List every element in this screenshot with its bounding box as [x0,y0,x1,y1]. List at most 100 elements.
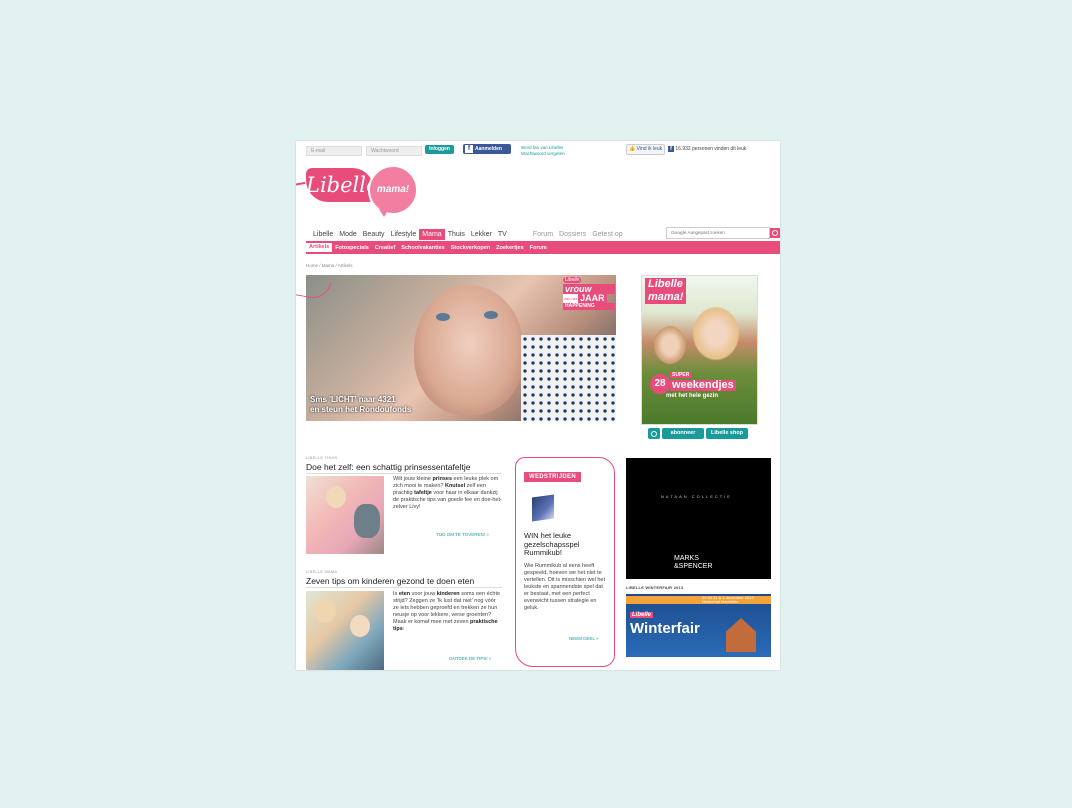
password-field[interactable]: Wachtwoord [366,146,422,156]
nav-item-forum[interactable]: Forum [530,229,556,240]
hero-caption: Sms 'LICHT' naar 4321 en steun het Rondo… [310,395,411,415]
hero-caption-line1: Sms 'LICHT' naar 4321 [310,395,396,404]
libelle-shop-button[interactable]: Libelle shop [706,428,748,439]
forgot-password-link[interactable]: Wachtwoord vergeten [521,151,565,157]
hero-eye-left [436,313,450,321]
article2-text-b: eten [398,591,411,597]
subnav-item-forum[interactable]: Forum [527,245,550,251]
badge-line2: van het [563,294,579,303]
facebook-register-button[interactable]: f Aanmelden [463,144,511,154]
magazine-actions: abonneer Libelle shop [648,428,748,439]
article1-label: LIBELLE THUIS [306,455,338,460]
sub-nav: Artikels Fotospecials Creatief Schoolvak… [306,241,780,254]
main-nav: Libelle Mode Beauty Lifestyle Mama Thuis… [310,229,626,240]
nav-item-mama[interactable]: Mama [419,229,445,240]
contest-title[interactable]: WIN het leuke gezelschapsspel Rummikub! [524,531,610,558]
google-mark: Google [671,230,687,235]
article2-image[interactable] [306,591,384,670]
article1-text-a: Wilt jouw kleine [393,476,433,482]
article1-adult-figure [354,504,380,538]
login-button[interactable]: Inloggen [425,145,454,154]
fans-count: f 16.932 personen vinden dit leuk [668,146,746,152]
article1-image[interactable] [306,476,384,554]
article1-text-d: Knutsel [444,483,466,489]
ad-brand: MARKS &SPENCER [674,555,713,571]
vrouw-van-het-jaar-badge[interactable]: Libelle vrouw van het JAAR HAPPENING [563,277,615,327]
subnav-item-fotospecials[interactable]: Fotospecials [332,245,372,251]
magazine-headline-sub: met het hele gezin [666,393,719,399]
article1-text-b: prinses [432,476,453,482]
nav-spacer [510,229,530,240]
gingerbread-house-image [726,618,756,652]
nav-item-thuis[interactable]: Thuis [445,229,468,240]
contest-body: Wie Rummikub al eens heeft gespeeld, hoe… [524,563,606,611]
article1-divider [306,473,502,474]
magazine-child-face [654,326,686,364]
article1-title[interactable]: Doe het zelf: een schattig prinsessentaf… [306,462,506,472]
article1-girl-head [326,486,346,508]
subnav-item-creatief[interactable]: Creatief [372,245,398,251]
search-icon [772,230,778,236]
like-label: Vind ik leuk [636,146,663,152]
article2-mother-head [314,599,336,623]
article2-title[interactable]: Zeven tips om kinderen gezond te doen et… [306,576,516,586]
magazine-brand: Libelle [645,278,686,291]
search-placeholder: Aangepast zoeken [687,230,725,235]
contest-box: WEDSTRIJDEN WIN het leuke gezelschapsspe… [515,457,615,667]
fans-text: 16.932 personen vinden dit leuk [675,146,747,152]
winterfair-title: Winterfair [630,620,700,637]
hero-banner[interactable]: Libelle vrouw van het JAAR HAPPENING Sms… [306,275,616,421]
nav-item-tv[interactable]: TV [495,229,510,240]
subnav-item-stockverkopen[interactable]: Stockverkopen [448,245,493,251]
badge-brand: Libelle [563,277,581,283]
article2-divider [306,587,502,588]
article2-text-d: kinderen [436,591,460,597]
nav-item-lekker[interactable]: Lekker [468,229,495,240]
article2-label: LIBELLE MAMA [306,569,338,574]
article1-read-more-link[interactable]: TIJD OM TE TOVEREN! » [436,532,489,537]
nav-item-beauty[interactable]: Beauty [360,229,388,240]
magazine-number-badge: 28 [650,374,670,394]
logo-mama: mama! [368,165,418,215]
facebook-small-icon: f [668,146,674,152]
rummikub-box-image[interactable] [532,494,554,522]
marks-spencer-ad[interactable]: NATAAN COLLECTIE MARKS &SPENCER [626,458,771,579]
search-button[interactable] [770,228,780,238]
badge-line4: HAPPENING [563,303,615,310]
nav-item-dossiers[interactable]: Dossiers [556,229,589,240]
article1-text-f: tafeltje [414,490,432,496]
fan-links: Word fan van Libelle! Wachtwoord vergete… [521,145,565,156]
subnav-item-zoekertjes[interactable]: Zoekertjes [493,245,527,251]
winterfair-venue: Nekkerhal Mechelen [702,599,739,604]
hero-eye-right [484,311,498,319]
hero-blouse [521,335,616,421]
subscribe-button[interactable]: abonneer [662,428,704,439]
website-page: E-mail Wachtwoord Inloggen f Aanmelden Wo… [296,141,780,670]
logo-bubble-tail [379,209,389,217]
like-button[interactable]: 👍 Vind ik leuk [626,144,666,155]
winterfair-label: LIBELLE WINTERFAIR 2013 [626,585,684,590]
thumbs-up-icon: 👍 [629,146,636,152]
ad-brand-line1: MARKS [674,555,699,562]
search-input[interactable]: Google Aangepast zoeken [666,227,770,239]
breadcrumb: Home / Mama / Artikels [306,263,353,268]
become-fan-link[interactable]: Word fan van Libelle! [521,145,565,151]
magazine-cover[interactable]: Libelle mama! 28 SUPER weekendjes met he… [641,275,758,425]
winterfair-banner[interactable]: 29 30 31 & 1 december 2013 Nekkerhal Mec… [626,594,771,657]
magazine-headline: weekendjes [670,379,736,391]
nav-item-lifestyle[interactable]: Lifestyle [388,229,420,240]
subnav-item-schoolvakanties[interactable]: Schoolvakanties [398,245,447,251]
ad-brand-line2: SPENCER [678,563,713,570]
nav-item-mode[interactable]: Mode [336,229,360,240]
logo-brand: Libelle [306,168,378,202]
email-field[interactable]: E-mail [306,146,362,156]
subnav-item-artikels[interactable]: Artikels [306,243,333,252]
winterfair-brand: Libelle [630,612,654,618]
nav-item-libelle[interactable]: Libelle [310,229,336,240]
nav-item-getest-op[interactable]: Getest op [589,229,625,240]
magazine-search-button[interactable] [648,428,660,439]
article2-read-more-link[interactable]: ONTDEK DE TIPS! » [449,656,491,661]
contest-join-link[interactable]: NEEM DEEL » [569,636,599,641]
magazine-super-label: SUPER [670,372,692,378]
magazine-sub: mama! [645,291,687,304]
